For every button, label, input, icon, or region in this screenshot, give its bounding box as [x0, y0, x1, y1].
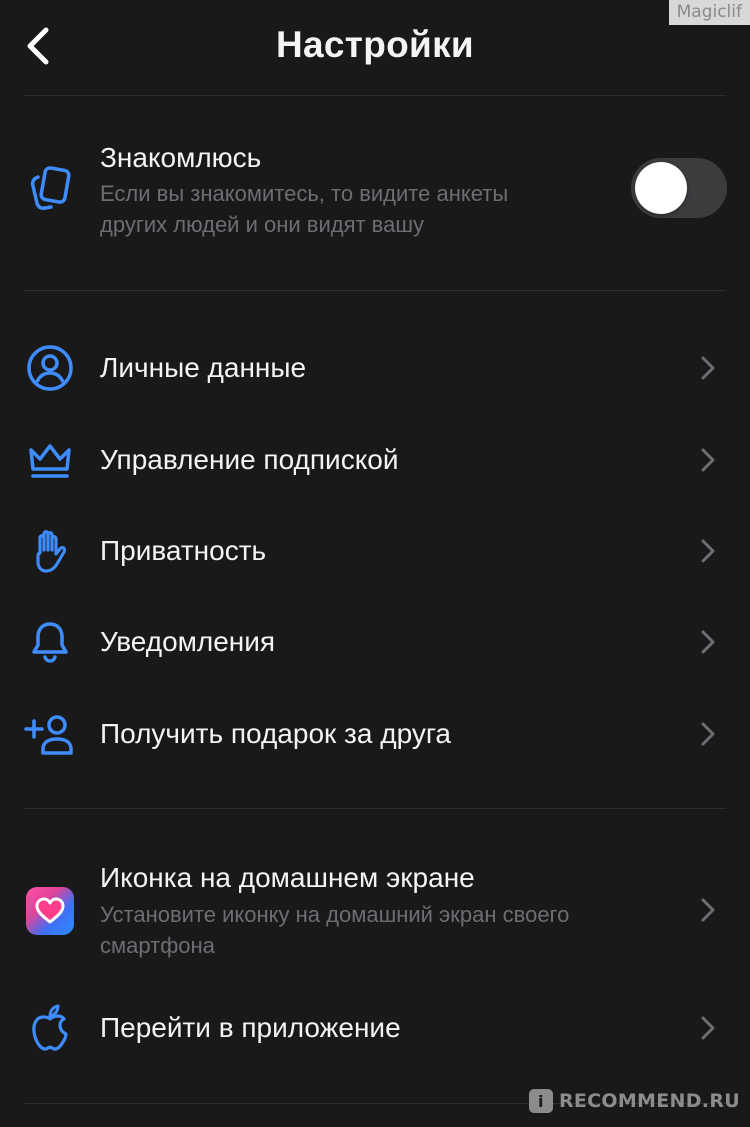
menu-item-label: Перейти в приложение: [100, 1012, 401, 1043]
dating-title: Знакомлюсь: [100, 142, 262, 173]
page-title: Настройки: [276, 24, 474, 65]
menu-item-invite-friend[interactable]: Получить подарок за друга: [0, 688, 750, 780]
chevron-right-icon: [698, 536, 718, 566]
home-icon-title: Иконка на домашнем экране: [100, 862, 475, 893]
divider: [24, 95, 726, 96]
watermark-magiclif: Magiclif: [668, 0, 750, 25]
recommend-badge: i: [528, 1089, 553, 1113]
dating-toggle[interactable]: [631, 158, 727, 218]
settings-screen: Настройки Magiclif Знакомлюсь Если вы зн…: [0, 0, 750, 1127]
menu-item-personal-data[interactable]: Личные данные: [0, 322, 750, 414]
chevron-right-icon: [698, 1013, 718, 1043]
chevron-right-icon: [698, 627, 718, 657]
recommend-text: RECOMMEND.RU: [558, 1090, 740, 1112]
chevron-right-icon: [698, 719, 718, 749]
menu-item-label: Уведомления: [100, 626, 276, 657]
dating-subtitle-line1: Если вы знакомитесь, то видите анкеты: [100, 181, 509, 206]
menu-item-notifications[interactable]: Уведомления: [0, 596, 750, 688]
header: Настройки: [0, 0, 750, 95]
app-heart-icon: [22, 883, 78, 939]
menu-item-home-screen-icon[interactable]: Иконка на домашнем экране Установите ико…: [0, 840, 750, 980]
bell-icon: [22, 614, 78, 670]
home-icon-subtitle-line2: смартфона: [100, 933, 215, 958]
cards-icon: [22, 160, 78, 216]
dating-subtitle-line2: других людей и они видят вашу: [100, 212, 425, 237]
menu-item-privacy[interactable]: Приватность: [0, 505, 750, 597]
recommend-watermark: i RECOMMEND.RU: [528, 1089, 740, 1113]
menu-item-open-app[interactable]: Перейти в приложение: [0, 980, 750, 1075]
apple-icon: [22, 1000, 78, 1056]
user-circle-icon: [22, 340, 78, 396]
chevron-right-icon: [698, 895, 718, 925]
hand-icon: [22, 523, 78, 579]
menu-item-subscription[interactable]: Управление подпиской: [0, 414, 750, 506]
chevron-right-icon: [698, 353, 718, 383]
menu-item-label: Личные данные: [100, 352, 307, 383]
menu-item-label: Управление подпиской: [100, 444, 399, 475]
chevron-right-icon: [698, 445, 718, 475]
divider: [24, 808, 726, 809]
home-icon-subtitle-line1: Установите иконку на домашний экран свое…: [100, 902, 570, 927]
menu-item-label: Приватность: [100, 535, 267, 566]
menu-item-label: Получить подарок за друга: [100, 718, 451, 749]
divider: [24, 290, 726, 291]
user-add-icon: [22, 706, 78, 762]
crown-icon: [22, 432, 78, 488]
toggle-knob: [635, 162, 687, 214]
